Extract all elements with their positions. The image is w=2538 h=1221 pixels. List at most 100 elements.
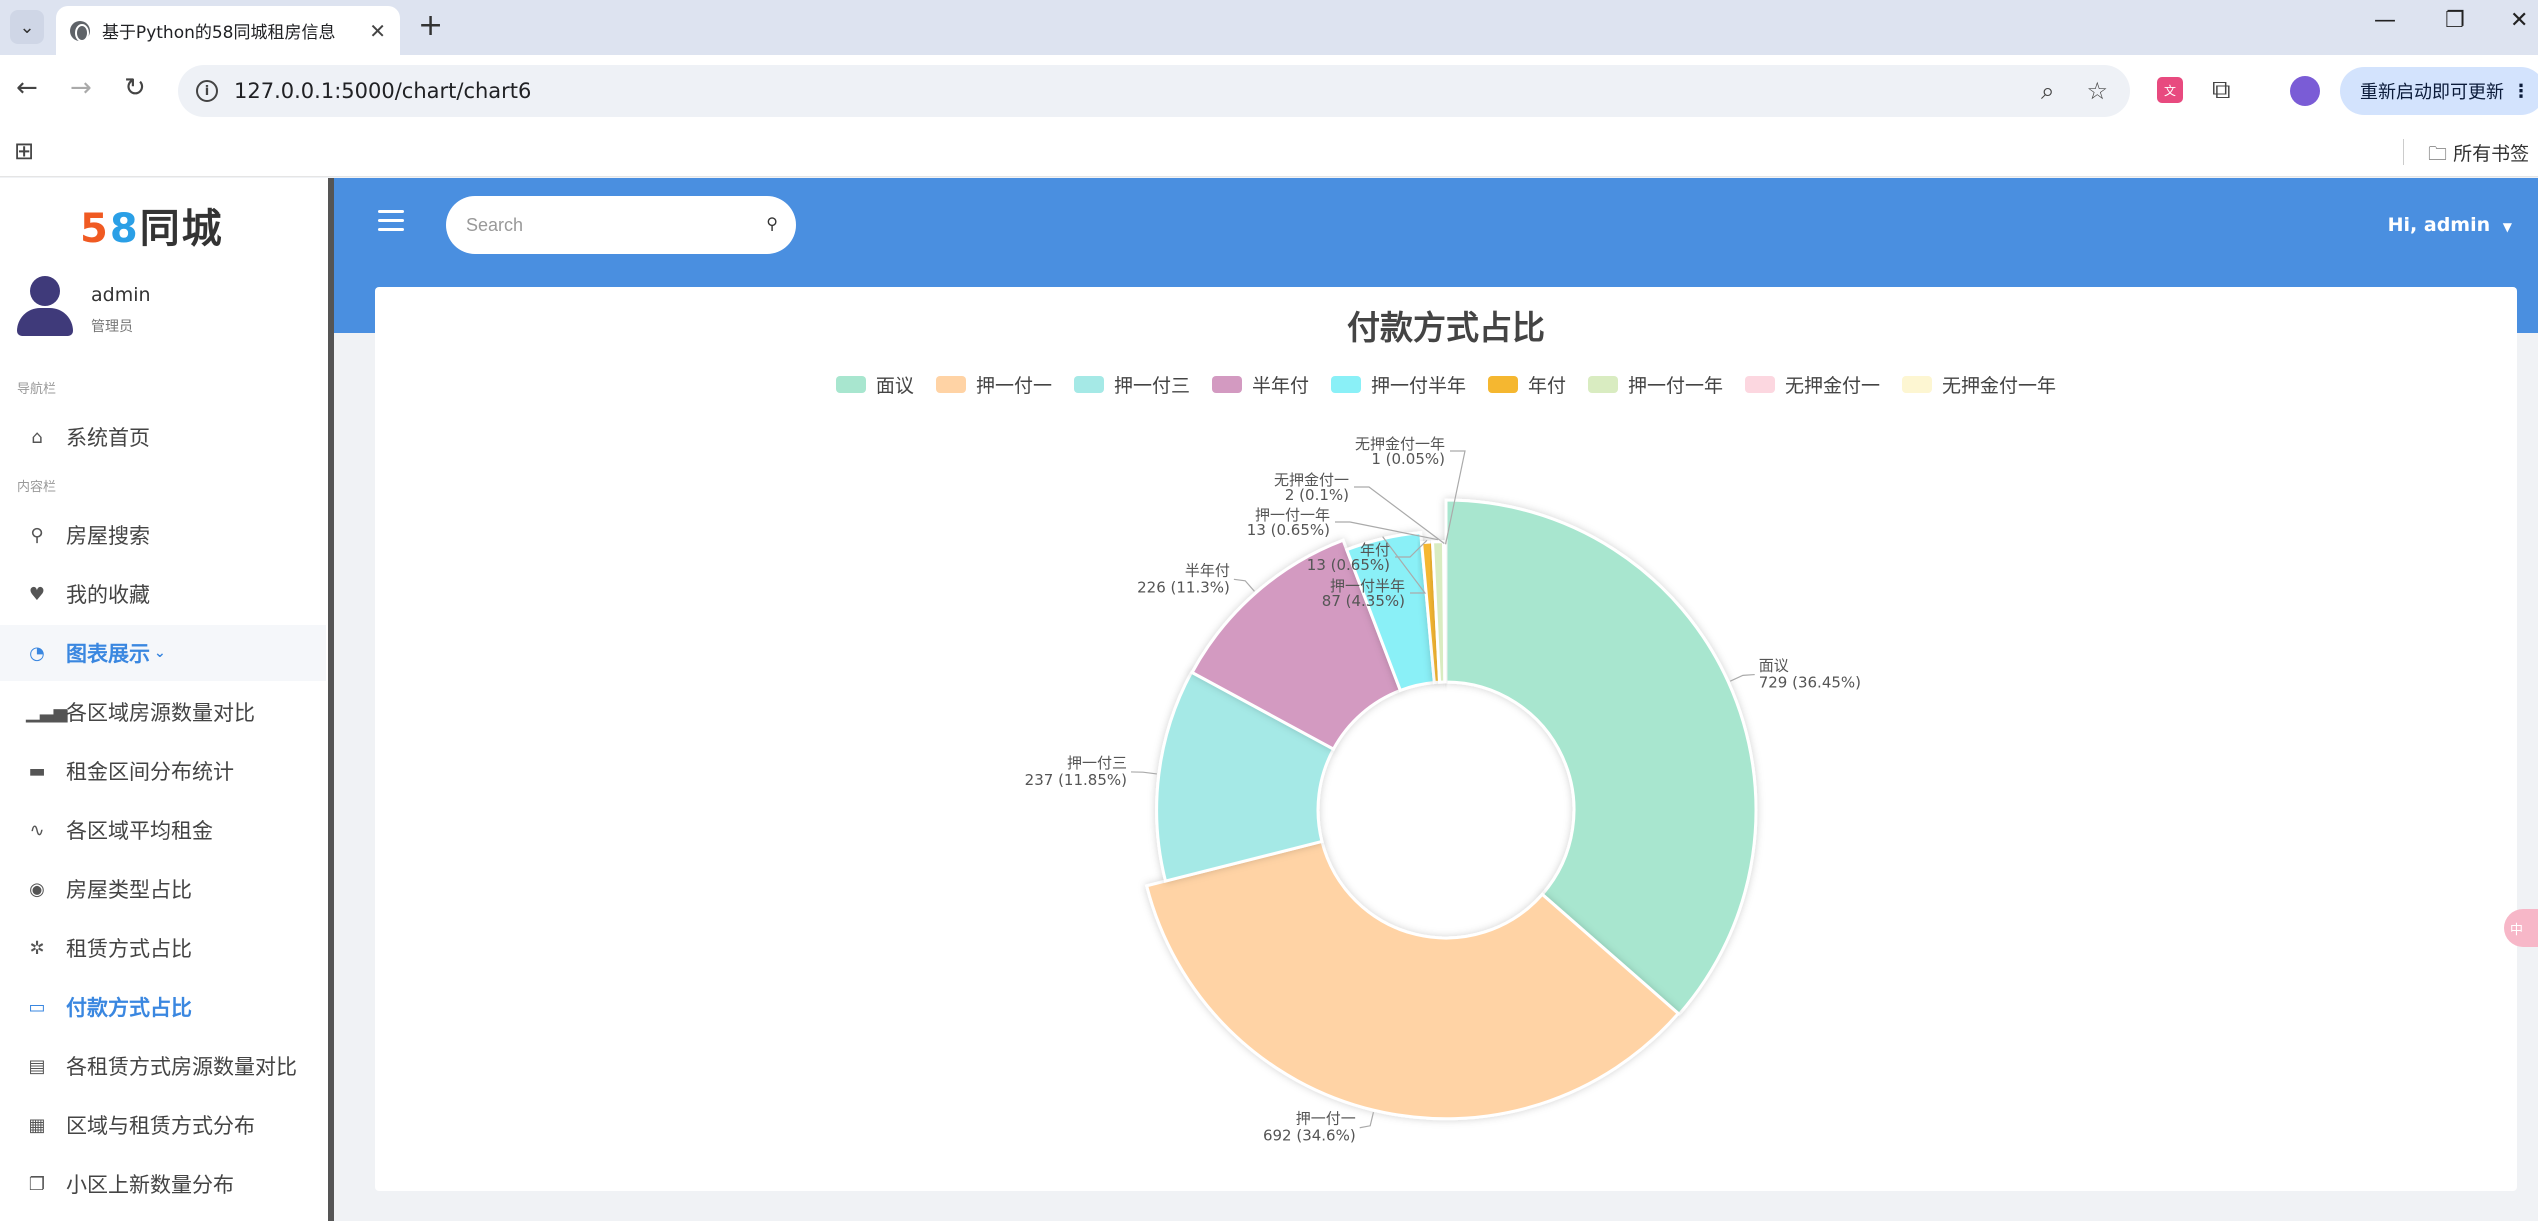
- address-bar: ← → ↻ i 127.0.0.1:5000/chart/chart6 ⌕ ☆ …: [0, 55, 2538, 127]
- copy-icon: ❐: [28, 1173, 46, 1195]
- sidebar-item-charts[interactable]: ◔ 图表展示 ⌄: [0, 625, 326, 681]
- site-info-icon[interactable]: i: [196, 80, 218, 102]
- back-icon[interactable]: ←: [16, 73, 38, 103]
- restore-icon[interactable]: ❐: [2445, 8, 2465, 33]
- legend-item[interactable]: 年付: [1488, 371, 1566, 398]
- menu-toggle-icon[interactable]: [378, 210, 404, 237]
- slice-label-name: 押一付三: [1067, 754, 1127, 772]
- search-icon[interactable]: ⚲: [766, 214, 778, 233]
- chart-card: 面议 729 (36.45%) 押一付一 692 (34.6%) 押一付三 237 (11…: [375, 287, 2517, 1191]
- legend-swatch: [935, 376, 966, 393]
- user-menu[interactable]: Hi, admin ▼: [2388, 214, 2512, 236]
- slice-label-value: 692 (34.6%): [1263, 1127, 1356, 1145]
- forward-icon[interactable]: →: [70, 73, 92, 103]
- slice-label-value: 729 (36.45%): [1759, 674, 1861, 692]
- slice-label: 押一付三237 (11.85%): [1025, 754, 1127, 789]
- new-tab-button[interactable]: +: [418, 8, 443, 43]
- legend-item[interactable]: 押一付一年: [1588, 371, 1723, 398]
- slice-label: 押一付一年13 (0.65%): [1247, 506, 1330, 539]
- legend-label: 押一付三: [1113, 375, 1190, 397]
- sidebar-item-house-type[interactable]: ◉ 房屋类型占比: [0, 861, 326, 917]
- sidebar-item-label: 我的收藏: [66, 583, 150, 607]
- pulse-icon: ∿: [29, 819, 45, 841]
- sidebar-item-lease-count[interactable]: ▤ 各租赁方式房源数量对比: [0, 1038, 326, 1094]
- close-window-icon[interactable]: ✕: [2510, 8, 2528, 33]
- legend-label: 押一付一年: [1628, 375, 1724, 397]
- translate-extension-icon[interactable]: 文: [2157, 77, 2183, 103]
- user-greeting: Hi, admin: [2387, 214, 2491, 236]
- floating-translate-icon[interactable]: 中: [2504, 909, 2538, 947]
- avatar: [17, 276, 73, 336]
- user-role: 管理员: [91, 319, 133, 335]
- tab-title: 基于Python的58同城租房信息: [101, 23, 336, 43]
- tab-search-dropdown[interactable]: ⌄: [10, 10, 44, 44]
- slice-label-name: 半年付: [1185, 561, 1230, 579]
- pie-icon: ◔: [29, 642, 45, 664]
- reload-icon[interactable]: ↻: [124, 73, 146, 103]
- chart-legend: 面议 押一付一 押一付三 半年付 押一付半年 年付 押一付一年 无押金付一 无押金付一年: [375, 371, 2517, 398]
- legend-item[interactable]: 面议: [835, 371, 914, 398]
- legend-item[interactable]: 无押金付一: [1745, 371, 1880, 398]
- slice-label-value: 226 (11.3%): [1137, 578, 1230, 596]
- slice-label: 半年付226 (11.3%): [1137, 561, 1230, 596]
- minimize-icon[interactable]: —: [2374, 8, 2396, 33]
- all-bookmarks-button[interactable]: 🗀 所有书签: [2428, 139, 2529, 172]
- legend-item[interactable]: 押一付一: [935, 371, 1052, 398]
- extensions-puzzle-icon[interactable]: ⧉: [2212, 75, 2231, 106]
- legend-item[interactable]: 押一付半年: [1330, 371, 1466, 398]
- legend-item[interactable]: 无押金付一年: [1902, 371, 2056, 398]
- update-button[interactable]: 重新启动即可更新 ⋮: [2340, 67, 2538, 115]
- sidebar: 58同城 admin 管理员 导航栏 ⌂ 系统首页 内容栏 ⚲ 房屋搜索 ♥ 我的收藏…: [0, 178, 330, 1221]
- apps-grid-icon[interactable]: ⊞: [14, 137, 34, 165]
- legend-label: 押一付半年: [1370, 375, 1466, 397]
- update-label: 重新启动即可更新: [2360, 82, 2504, 103]
- site-logo[interactable]: 58同城: [80, 196, 224, 254]
- slice-label-name: 面议: [1759, 657, 1789, 675]
- legend-swatch: [1902, 376, 1933, 393]
- sidebar-item-favorites[interactable]: ♥ 我的收藏: [0, 566, 326, 622]
- home-icon: ⌂: [31, 426, 43, 448]
- legend-label: 面议: [875, 375, 914, 397]
- leader-line: [1233, 578, 1255, 592]
- globe-icon: [70, 20, 90, 42]
- browser-tab[interactable]: 基于Python的58同城租房信息 ✕: [56, 6, 400, 55]
- sidebar-item-lease-type[interactable]: ✲ 租赁方式占比: [0, 920, 326, 976]
- sidebar-item-new-listings[interactable]: ❐ 小区上新数量分布: [0, 1156, 326, 1212]
- sidebar-item-avg-rent[interactable]: ∿ 各区域平均租金: [0, 802, 326, 858]
- legend-item[interactable]: 半年付: [1211, 371, 1309, 398]
- chevron-down-icon: ⌄: [154, 645, 166, 661]
- bookmark-star-icon[interactable]: ☆: [2086, 77, 2108, 105]
- url-field[interactable]: i 127.0.0.1:5000/chart/chart6 ⌕ ☆: [178, 65, 2130, 117]
- slice-label-value: 1 (0.05%): [1371, 450, 1445, 468]
- search-box: ⚲: [446, 196, 796, 254]
- legend-item[interactable]: 押一付三: [1073, 371, 1190, 398]
- sidebar-item-rent-range[interactable]: ▬ 租金区间分布统计: [0, 743, 326, 799]
- browser-tab-bar: ⌄ 基于Python的58同城租房信息 ✕ + — ❐ ✕: [0, 0, 2538, 55]
- sidebar-item-payment-type[interactable]: ▭ 付款方式占比: [0, 979, 326, 1035]
- search-input[interactable]: [466, 214, 726, 236]
- legend-label: 无押金付一年: [1942, 375, 2057, 397]
- tab-close-icon[interactable]: ✕: [369, 19, 386, 43]
- sidebar-item-region-count[interactable]: ▁▃▅ 各区域房源数量对比: [0, 684, 326, 740]
- sidebar-item-home[interactable]: ⌂ 系统首页: [0, 409, 326, 465]
- logo-digit-eight: 8: [109, 206, 140, 252]
- calendar-icon: ▦: [28, 1114, 46, 1136]
- legend-label: 半年付: [1251, 375, 1309, 397]
- sidebar-item-house-search[interactable]: ⚲ 房屋搜索: [0, 507, 326, 563]
- sidebar-item-region-lease[interactable]: ▦ 区域与租赁方式分布: [0, 1097, 326, 1153]
- legend-swatch: [1330, 376, 1361, 393]
- user-name: admin: [91, 284, 151, 306]
- profile-avatar-icon[interactable]: [2290, 76, 2320, 106]
- gauge-icon: ◉: [29, 878, 45, 900]
- zoom-icon[interactable]: ⌕: [2041, 77, 2054, 105]
- search-icon: ⚲: [30, 524, 44, 546]
- more-menu-icon[interactable]: ⋮: [2512, 81, 2530, 102]
- sidebar-scrollbar[interactable]: [328, 178, 334, 1221]
- legend-label: 无押金付一: [1785, 375, 1881, 397]
- leader-line: [1130, 771, 1157, 775]
- legend-swatch: [1588, 376, 1619, 393]
- pie-slice[interactable]: [1443, 544, 1448, 684]
- section-label-nav: 导航栏: [17, 382, 57, 397]
- heart-icon: ♥: [28, 583, 46, 605]
- bookmarks-divider: [2403, 139, 2404, 165]
